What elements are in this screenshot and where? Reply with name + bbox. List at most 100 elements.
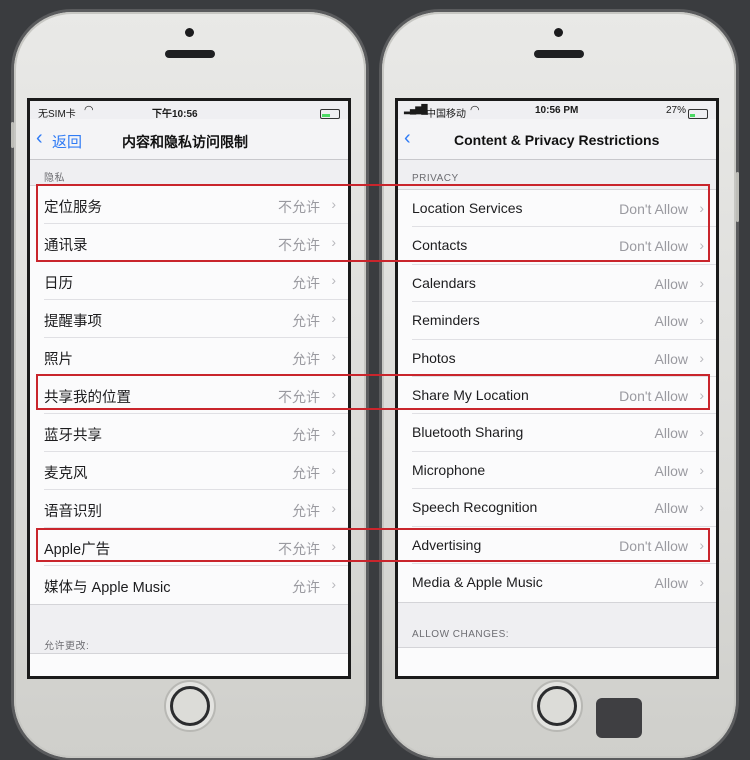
navigation-bar: ‹ Content & Privacy Restrictions (398, 119, 716, 160)
chevron-left-icon[interactable]: ‹ (36, 128, 43, 148)
page-title: 内容和隐私访问限制 (122, 134, 248, 150)
chevron-right-icon: › (699, 349, 704, 366)
list-item[interactable]: Share My Location Don't Allow › (398, 377, 716, 415)
changes-list (398, 647, 716, 676)
left-display: 无SIM卡 ◠ 下午10:56 ‹ 返回 内容和隐私访问限制 隐私 定位服务 不允… (30, 101, 348, 676)
list-item-value: 允许 (292, 275, 320, 291)
list-item-value: 允许 (292, 579, 320, 595)
status-bar: ▂▄▆█ 中国移动 ◠ 10:56 PM 27% (398, 101, 716, 120)
chevron-right-icon: › (699, 574, 704, 590)
list-item[interactable]: Reminders Allow › (398, 302, 716, 340)
chevron-left-icon[interactable]: ‹ (404, 128, 411, 148)
chevron-right-icon: › (331, 348, 336, 364)
carrier-label: 中国移动 (426, 109, 466, 120)
list-item-label: Bluetooth Sharing (412, 424, 524, 441)
list-item-value: 允许 (292, 351, 320, 367)
list-item[interactable]: 麦克风 允许 › (30, 452, 348, 490)
home-button-icon (537, 686, 577, 726)
chevron-right-icon: › (331, 500, 336, 516)
list-item-value: 允许 (292, 503, 320, 519)
list-item-label: Microphone (412, 461, 486, 478)
list-item-value: Allow (654, 425, 688, 442)
left-phone: 无SIM卡 ◠ 下午10:56 ‹ 返回 内容和隐私访问限制 隐私 定位服务 不允… (11, 12, 366, 758)
chevron-right-icon: › (331, 272, 336, 288)
list-item-label: Advertising (412, 536, 482, 553)
chevron-right-icon: › (331, 576, 336, 592)
chevron-right-icon: › (331, 196, 336, 212)
list-item-label: Share My Location (412, 387, 529, 403)
chevron-right-icon: › (699, 274, 704, 291)
list-item[interactable]: Photos Allow › (398, 340, 716, 377)
back-button[interactable]: 返回 (52, 131, 82, 152)
status-bar: 无SIM卡 ◠ 下午10:56 (30, 101, 348, 120)
list-item[interactable]: Microphone Allow › (398, 452, 716, 490)
wifi-icon: ◠ (470, 104, 480, 116)
list-item-label: 提醒事项 (44, 314, 102, 330)
home-button-icon (170, 686, 210, 726)
list-item[interactable]: 媒体与 Apple Music 允许 › (30, 566, 348, 604)
list-item[interactable]: Apple广告 不允许 › (30, 528, 348, 566)
list-item[interactable]: Bluetooth Sharing Allow › (398, 414, 716, 452)
list-item[interactable]: Advertising Don't Allow › (398, 527, 716, 564)
home-button[interactable] (164, 680, 216, 732)
list-item[interactable]: 语音识别 允许 › (30, 490, 348, 528)
chevron-right-icon: › (699, 461, 704, 478)
list-item[interactable]: 日历 允许 › (30, 262, 348, 300)
chevron-right-icon: › (331, 386, 336, 402)
list-item[interactable]: 蓝牙共享 允许 › (30, 414, 348, 452)
signal-icon: ▂▄▆█ (404, 104, 428, 114)
list-item[interactable]: Location Services Don't Allow › (398, 190, 716, 228)
list-item-label: 蓝牙共享 (44, 428, 102, 444)
list-item-label: 麦克风 (44, 466, 88, 482)
section-header-changes: ALLOW CHANGES: (412, 629, 510, 640)
list-item-label: 媒体与 Apple Music (44, 580, 171, 596)
front-camera (554, 28, 563, 37)
list-item[interactable]: Speech Recognition Allow › (398, 489, 716, 527)
list-item-label: 语音识别 (44, 504, 102, 520)
list-item-label: 照片 (44, 352, 73, 368)
list-item-value: Allow (654, 313, 688, 330)
list-item[interactable]: Calendars Allow › (398, 265, 716, 303)
list-item-value: Allow (654, 275, 688, 292)
left-screen: 无SIM卡 ◠ 下午10:56 ‹ 返回 内容和隐私访问限制 隐私 定位服务 不允… (27, 98, 351, 679)
list-item[interactable]: 提醒事项 允许 › (30, 300, 348, 338)
home-button[interactable] (531, 680, 583, 732)
right-screen: ▂▄▆█ 中国移动 ◠ 10:56 PM 27% ‹ Content & Pri… (395, 98, 719, 679)
list-item[interactable]: Contacts Don't Allow › (398, 227, 716, 265)
list-item-label: 定位服务 (44, 200, 102, 216)
carrier-label: 无SIM卡 (38, 109, 76, 120)
chevron-right-icon: › (699, 536, 704, 553)
chevron-right-icon: › (331, 424, 336, 440)
chevron-right-icon: › (699, 499, 704, 516)
list-item-value: 不允许 (278, 237, 320, 253)
list-item-label: 日历 (44, 276, 73, 292)
list-item-label: Media & Apple Music (412, 574, 543, 590)
chevron-right-icon: › (331, 462, 336, 478)
list-item-value: Allow (654, 500, 688, 517)
list-item[interactable]: 共享我的位置 不允许 › (30, 376, 348, 414)
list-item-value: Don't Allow (619, 537, 688, 554)
front-camera (185, 28, 194, 37)
list-item-value: Allow (654, 462, 688, 479)
status-time: 下午10:56 (152, 109, 198, 120)
list-item-label: Contacts (412, 237, 468, 254)
list-item[interactable]: Media & Apple Music Allow › (398, 564, 716, 601)
list-item-label: Location Services (412, 200, 523, 216)
list-item-value: 允许 (292, 427, 320, 443)
chevron-right-icon: › (331, 234, 336, 250)
list-item-value: 允许 (292, 465, 320, 481)
power-button (736, 172, 739, 222)
list-item-label: 共享我的位置 (44, 390, 131, 406)
list-item-value: 不允许 (278, 541, 320, 557)
privacy-list: 定位服务 不允许 › 通讯录 不允许 › 日历 允许 › 提醒事项 允许 › 照片 允许 › 共享我的位置 不允… (30, 185, 348, 605)
changes-list (30, 653, 348, 676)
list-item-value: 不允许 (278, 389, 320, 405)
section-header-changes: 允许更改: (44, 641, 90, 652)
list-item-value: Allow (654, 350, 688, 367)
list-item[interactable]: 定位服务 不允许 › (30, 186, 348, 224)
right-phone: ▂▄▆█ 中国移动 ◠ 10:56 PM 27% ‹ Content & Pri… (382, 12, 739, 758)
mute-switch (11, 122, 14, 148)
status-time: 10:56 PM (535, 105, 579, 116)
list-item[interactable]: 通讯录 不允许 › (30, 224, 348, 262)
list-item[interactable]: 照片 允许 › (30, 338, 348, 376)
